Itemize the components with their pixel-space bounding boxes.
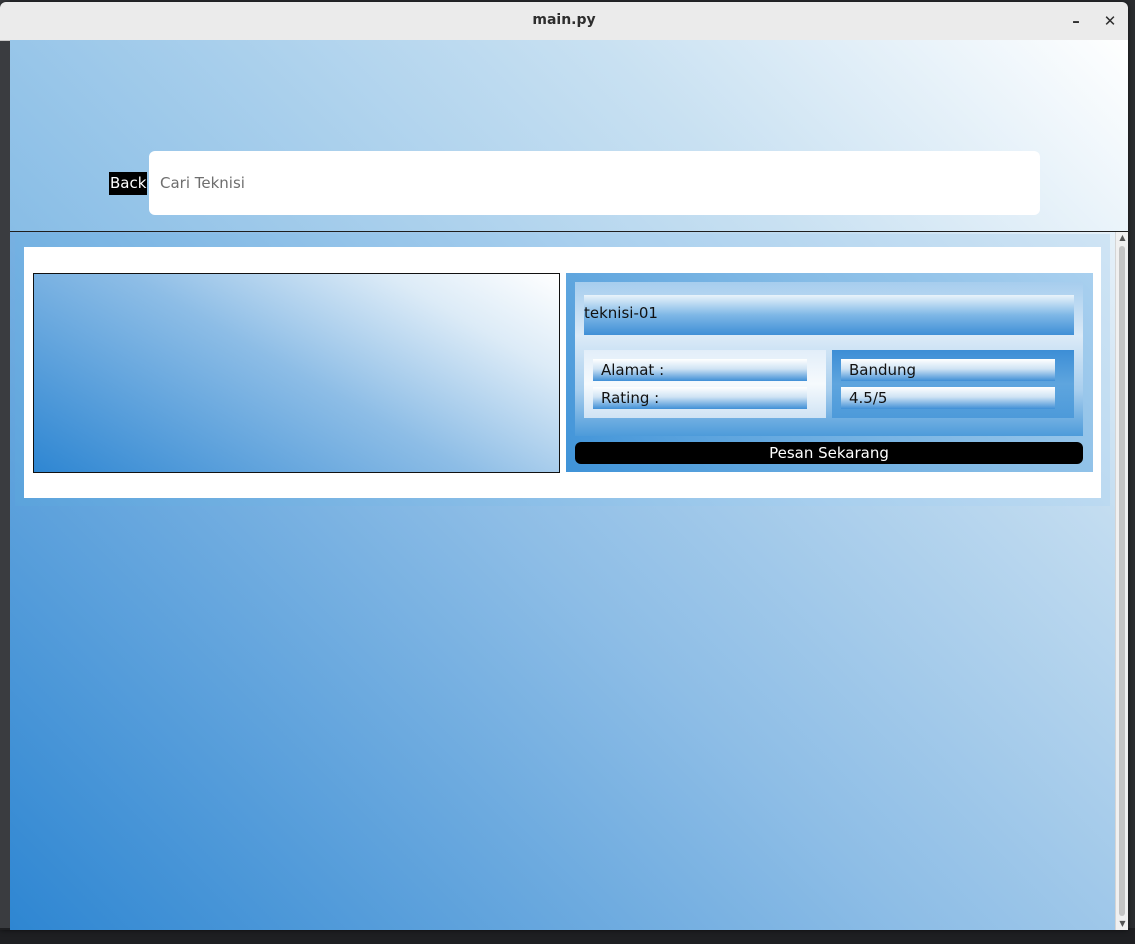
minimize-icon[interactable]: – <box>1066 11 1086 31</box>
technician-name: teknisi-01 <box>584 304 658 322</box>
title-bar[interactable]: main.py – ✕ <box>0 2 1128 41</box>
detail-labels: Alamat : Rating : <box>584 350 826 418</box>
scrollbar-thumb[interactable] <box>1119 246 1125 916</box>
close-icon[interactable]: ✕ <box>1100 11 1120 31</box>
back-button[interactable]: Back <box>109 172 148 195</box>
scroll-up-icon[interactable]: ▲ <box>1116 232 1128 244</box>
technician-name-bar: teknisi-01 <box>584 295 1074 335</box>
search-input[interactable] <box>149 151 1040 215</box>
app-window: main.py – ✕ Back teknisi-01 <box>0 2 1128 930</box>
editor-bottom-strip <box>0 928 1135 944</box>
technician-card: teknisi-01 Alamat : Rating : Bandung 4.5… <box>15 234 1110 506</box>
detail-values: Bandung 4.5/5 <box>832 350 1074 418</box>
results-scroll-area[interactable]: teknisi-01 Alamat : Rating : Bandung 4.5… <box>10 232 1128 930</box>
address-value: Bandung <box>841 359 1055 381</box>
vertical-scrollbar[interactable]: ▲ ▼ <box>1115 232 1128 930</box>
rating-label: Rating : <box>593 387 807 409</box>
window-title: main.py <box>532 12 596 28</box>
technician-photo <box>33 273 560 473</box>
technician-info-panel: teknisi-01 Alamat : Rating : Bandung 4.5… <box>566 273 1093 472</box>
order-now-button[interactable]: Pesan Sekarang <box>575 442 1083 464</box>
address-label: Alamat : <box>593 359 807 381</box>
scroll-down-icon[interactable]: ▼ <box>1116 918 1128 930</box>
main-content: Back teknisi-01 Alamat : Rating : <box>10 40 1128 930</box>
rating-value: 4.5/5 <box>841 387 1055 409</box>
search-header: Back <box>10 40 1128 232</box>
technician-card-body: teknisi-01 Alamat : Rating : Bandung 4.5… <box>24 247 1101 498</box>
technician-details: teknisi-01 Alamat : Rating : Bandung 4.5… <box>575 282 1083 436</box>
